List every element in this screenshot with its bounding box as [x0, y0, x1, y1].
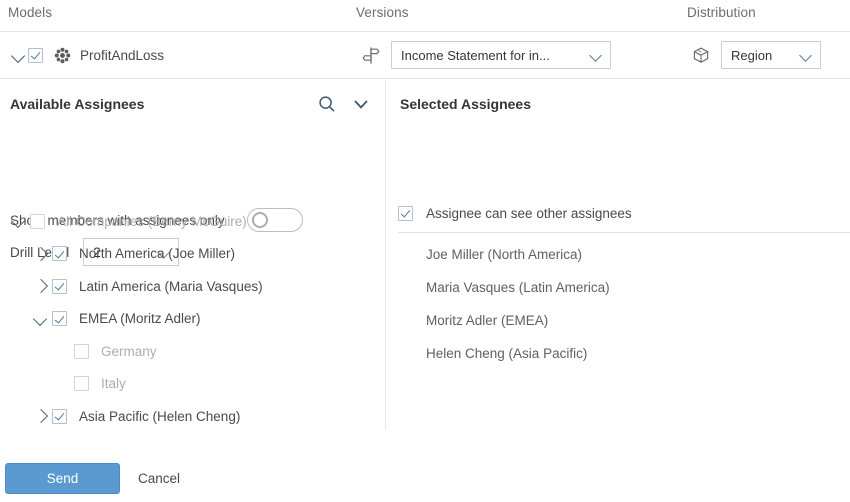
- tree-chevron-right-icon[interactable]: [30, 406, 52, 426]
- column-headers: Models Versions Distribution: [0, 0, 850, 31]
- tree-row-label: Asia Pacific (Helen Cheng): [79, 408, 241, 424]
- tree-chevron-down-icon[interactable]: [30, 309, 52, 329]
- tree-row[interactable]: Asia Pacific (Helen Cheng): [0, 400, 385, 433]
- see-other-assignees-label: Assignee can see other assignees: [426, 206, 632, 221]
- tree-row-checkbox: [74, 376, 89, 392]
- selected-assignee-item[interactable]: Maria Vasques (Latin America): [426, 271, 610, 304]
- model-name: ProfitAndLoss: [80, 47, 165, 63]
- model-expand-chevron-down-icon[interactable]: [10, 46, 28, 64]
- tree-row[interactable]: EMEA (Moritz Adler): [0, 303, 385, 336]
- tree-chevron-down-icon[interactable]: [8, 211, 30, 231]
- tree-twisty-spacer: [52, 341, 74, 361]
- version-chevron-down-icon: [588, 47, 604, 63]
- available-assignees-panel: Available Assignees Show members with as…: [0, 80, 385, 435]
- tree-row-label: EMEA (Moritz Adler): [79, 311, 201, 327]
- column-header-distribution: Distribution: [687, 5, 756, 20]
- tree-row-checkbox[interactable]: [52, 408, 67, 424]
- tree-row[interactable]: Latin America (Maria Vasques): [0, 270, 385, 303]
- column-header-models: Models: [8, 5, 53, 20]
- tree-row-label: North America (Joe Miller): [79, 246, 236, 262]
- collapse-chevron-down-icon[interactable]: [351, 94, 371, 114]
- model-icon: [54, 47, 71, 64]
- tree-row-checkbox: [30, 213, 45, 229]
- selected-assignees-title: Selected Assignees: [400, 96, 531, 112]
- version-select[interactable]: Income Statement for in...: [391, 41, 611, 69]
- tree-row-label: Latin America (Maria Vasques): [79, 278, 263, 294]
- model-checkbox[interactable]: [28, 47, 43, 63]
- distribution-select-value: Region: [731, 47, 773, 63]
- tree-chevron-right-icon[interactable]: [30, 244, 52, 264]
- version-select-value: Income Statement for in...: [401, 47, 550, 63]
- tree-row-checkbox[interactable]: [52, 278, 67, 294]
- distribution-chevron-down-icon: [798, 47, 814, 63]
- signpost-icon: [362, 46, 380, 65]
- tree-row-checkbox[interactable]: [52, 246, 67, 262]
- assignee-tree: All Companies (Berny McGuire) North Ameri…: [0, 205, 385, 433]
- tree-twisty-spacer: [52, 374, 74, 394]
- selected-assignees-separator: [398, 232, 850, 233]
- tree-row-label: Italy: [101, 376, 126, 392]
- cube-icon: [692, 46, 710, 65]
- model-selector-group: ProfitAndLoss: [10, 32, 164, 78]
- selected-assignee-item[interactable]: Helen Cheng (Asia Pacific): [426, 337, 610, 370]
- send-button[interactable]: Send: [5, 463, 120, 494]
- selected-assignee-item[interactable]: Moritz Adler (EMEA): [426, 304, 610, 337]
- cancel-button[interactable]: Cancel: [138, 471, 180, 486]
- dialog-footer: Send Cancel: [0, 455, 850, 502]
- toolbar: ProfitAndLoss Income Statement for in...: [0, 31, 850, 79]
- distribution-select[interactable]: Region: [721, 41, 821, 69]
- tree-row-label: All Companies (Berny McGuire): [57, 213, 247, 229]
- tree-row-label: Germany: [101, 343, 157, 359]
- selected-assignee-item[interactable]: Joe Miller (North America): [426, 238, 610, 271]
- tree-row[interactable]: All Companies (Berny McGuire): [0, 205, 385, 238]
- tree-row[interactable]: North America (Joe Miller): [0, 238, 385, 271]
- tree-row-checkbox[interactable]: [52, 311, 67, 327]
- column-header-versions: Versions: [356, 5, 409, 20]
- tree-row[interactable]: Germany: [0, 335, 385, 368]
- version-selector-group: Income Statement for in...: [362, 32, 611, 78]
- available-assignees-title: Available Assignees: [10, 96, 145, 112]
- tree-row-checkbox: [74, 343, 89, 359]
- see-other-assignees-row[interactable]: Assignee can see other assignees: [398, 206, 632, 221]
- selected-assignees-list: Joe Miller (North America) Maria Vasques …: [426, 238, 610, 370]
- tree-chevron-right-icon[interactable]: [30, 276, 52, 296]
- see-other-assignees-checkbox[interactable]: [398, 206, 413, 221]
- distribution-assignees-dialog: Models Versions Distribution ProfitAndLo…: [0, 0, 850, 502]
- selected-assignees-panel: Selected Assignees Assignee can see othe…: [386, 80, 850, 435]
- tree-row[interactable]: Italy: [0, 368, 385, 401]
- distribution-selector-group: Region: [692, 32, 821, 78]
- search-icon[interactable]: [317, 94, 337, 114]
- available-assignees-actions: [317, 94, 371, 114]
